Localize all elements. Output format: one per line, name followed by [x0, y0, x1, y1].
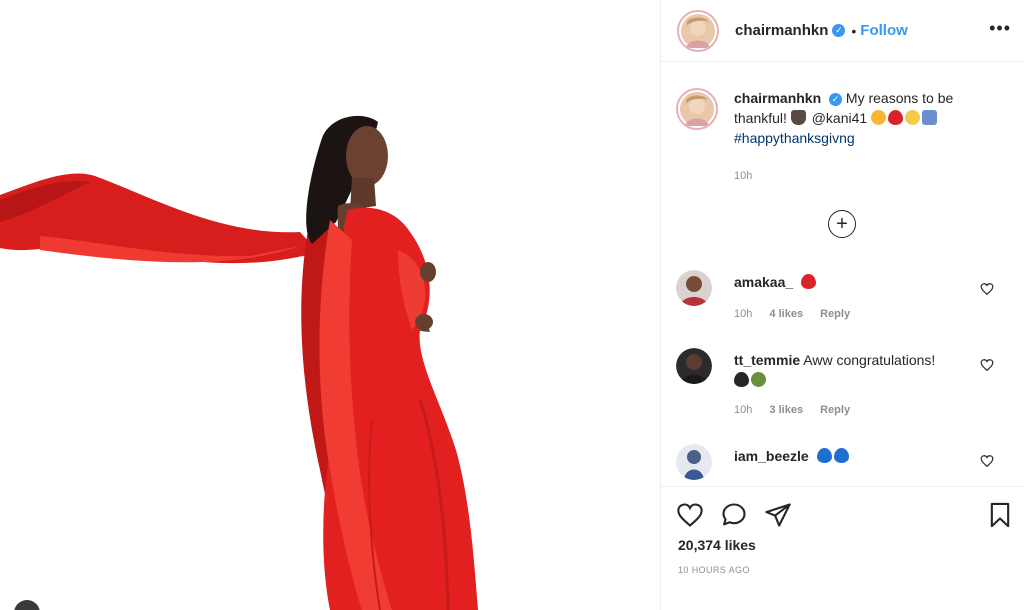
comment-text: tt_temmie Aww congratulations! — [734, 350, 966, 390]
post-photo[interactable] — [0, 0, 660, 610]
post-caption: chairmanhkn ✓ My reasons to be thankful!… — [676, 88, 1010, 148]
comment-username[interactable]: iam_beezle — [734, 448, 809, 464]
caption-mention[interactable]: @kani41 — [812, 110, 867, 126]
avatar-image — [676, 444, 712, 480]
verified-badge-icon: ✓ — [832, 24, 846, 37]
comment-likes[interactable]: 3 likes — [769, 404, 803, 416]
comment-body: Aww congratulations! — [803, 352, 936, 368]
caption-username[interactable]: chairmanhkn — [734, 90, 821, 106]
comment-meta: 10h 3 likes Reply — [734, 404, 864, 416]
blue-heart-icon — [816, 448, 832, 463]
caption-hashtag[interactable]: #happythanksgivng — [734, 130, 855, 146]
avatar-image — [680, 92, 714, 126]
shamrock-icon — [751, 372, 766, 387]
black-heart-icon — [734, 372, 749, 387]
family-icon — [922, 110, 938, 125]
likes-count[interactable]: 20,374 likes — [678, 537, 756, 553]
post-header: chairmanhkn ✓ • Follow ••• — [661, 0, 1024, 62]
caption-timestamp: 10h — [734, 170, 753, 182]
post-actions: 20,374 likes 10 HOURS AGO — [660, 486, 1024, 610]
post-timestamp: 10 HOURS AGO — [678, 565, 750, 575]
reply-button[interactable]: Reply — [820, 308, 850, 320]
comment-username[interactable]: tt_temmie — [734, 352, 800, 368]
commenter-avatar[interactable] — [676, 270, 712, 306]
bookmark-icon[interactable] — [986, 501, 1014, 529]
heart-small-icon[interactable] — [980, 358, 994, 372]
heart-small-icon[interactable] — [980, 454, 994, 468]
author-username[interactable]: chairmanhkn — [735, 22, 828, 39]
commenter-avatar[interactable] — [676, 444, 712, 480]
comment-time: 10h — [734, 404, 753, 416]
header-separator: • — [851, 22, 857, 39]
red-heart-icon — [888, 110, 904, 125]
comment-username[interactable]: amakaa_ — [734, 274, 793, 290]
reply-button[interactable]: Reply — [820, 404, 850, 416]
caption-text: chairmanhkn ✓ My reasons to be thankful!… — [734, 88, 1004, 148]
post-image — [0, 115, 478, 610]
comment-time: 10h — [734, 308, 753, 320]
praying-hands-icon — [790, 110, 806, 125]
avatar-image — [676, 270, 712, 306]
avatar-image — [676, 348, 712, 384]
plus-circle-icon: + — [836, 213, 848, 235]
speech-bubble-icon[interactable] — [720, 501, 748, 529]
comment-likes[interactable]: 4 likes — [769, 308, 803, 320]
load-more-comments-button[interactable]: + — [828, 210, 856, 238]
comment-text: amakaa_ — [734, 272, 966, 292]
blue-heart-icon — [833, 448, 849, 463]
follow-button[interactable]: Follow — [860, 22, 908, 39]
caption-author-avatar[interactable] — [676, 88, 718, 130]
comment-item: iam_beezle — [676, 444, 1006, 484]
commenter-avatar[interactable] — [676, 348, 712, 384]
comment-item: tt_temmie Aww congratulations! 10h 3 lik… — [676, 348, 1006, 428]
more-options-icon[interactable]: ••• — [989, 18, 1011, 39]
red-heart-icon — [801, 274, 817, 289]
star-struck-face-icon — [871, 110, 887, 125]
heart-outline-icon[interactable] — [676, 501, 704, 529]
verified-badge-icon: ✓ — [829, 93, 843, 106]
avatar-image — [681, 13, 715, 48]
comment-text: iam_beezle — [734, 446, 966, 466]
heart-small-icon[interactable] — [980, 282, 994, 296]
paper-plane-icon[interactable] — [764, 501, 792, 529]
author-avatar[interactable] — [677, 9, 719, 52]
comment-meta: 10h 4 likes Reply — [734, 308, 864, 320]
comment-item: amakaa_ 10h 4 likes Reply — [676, 270, 1006, 330]
smiling-face-icon — [905, 110, 921, 125]
